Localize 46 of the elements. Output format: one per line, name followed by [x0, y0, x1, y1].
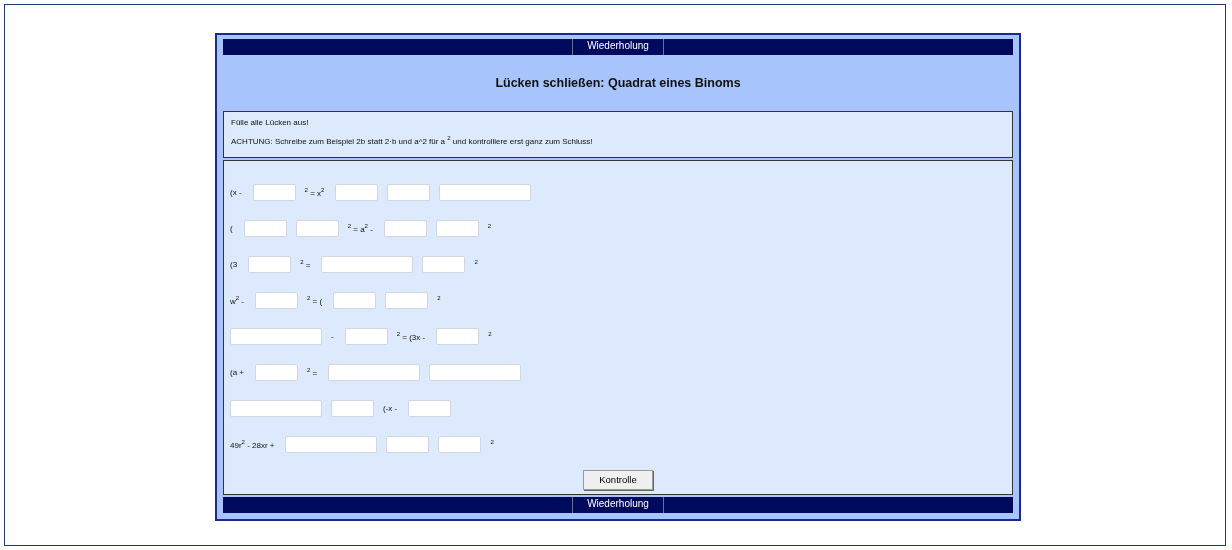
math-text: (3: [230, 260, 238, 270]
input-field[interactable]: [344, 328, 388, 346]
check-button[interactable]: Kontrolle: [583, 469, 653, 490]
input-field[interactable]: [439, 184, 532, 202]
input-field[interactable]: [230, 400, 322, 418]
input-field[interactable]: [295, 220, 339, 238]
math-text: $^{2}$ = x$^{2}$: [304, 187, 325, 198]
input-field[interactable]: [333, 292, 377, 310]
math-text: $^{2}$ =: [307, 367, 318, 378]
input-field[interactable]: [230, 328, 322, 346]
math-text: (a +: [230, 368, 244, 378]
math-text: (: [230, 224, 233, 234]
math-text: (x -: [230, 188, 242, 198]
input-field[interactable]: [435, 220, 479, 238]
input-field[interactable]: [252, 184, 296, 202]
input-field[interactable]: [248, 256, 292, 274]
instruction-text: ACHTUNG: Schreibe zum Beispiel 2b statt 2·b und a^2 für a $^{2}$ und kontrolliere erst ganz zum Schluss!: [231, 135, 594, 146]
math-text: $^{2}$ = (: [307, 295, 323, 306]
instruction-text: Fülle alle Lücken aus!: [231, 118, 310, 127]
math-text: $^{2}$ = (3x -: [396, 331, 426, 342]
input-field[interactable]: [387, 184, 431, 202]
input-field[interactable]: [436, 328, 480, 346]
math-text: -: [331, 332, 334, 342]
input-field[interactable]: [321, 256, 414, 274]
input-field[interactable]: [255, 364, 298, 382]
input-field[interactable]: [383, 220, 427, 238]
math-text: 49r$^{2}$ - 28xr +: [230, 439, 275, 450]
input-field[interactable]: [335, 184, 379, 202]
input-field[interactable]: [422, 256, 466, 274]
input-field[interactable]: [386, 436, 430, 454]
input-field[interactable]: [243, 220, 287, 238]
input-field[interactable]: [408, 400, 452, 418]
repeat-link[interactable]: Wiederholung: [572, 496, 664, 513]
math-text: $^{2}$ =: [300, 259, 311, 270]
input-field[interactable]: [438, 436, 482, 454]
input-field[interactable]: [429, 364, 522, 382]
input-field[interactable]: [255, 292, 298, 310]
repeat-link[interactable]: Wiederholung: [572, 39, 664, 55]
input-field[interactable]: [385, 292, 429, 310]
math-text: (-x -: [383, 404, 398, 414]
input-field[interactable]: [328, 364, 421, 382]
page-title: Lücken schließen: Quadrat eines Binoms: [494, 75, 742, 92]
math-text: w$^{2}$ -: [230, 295, 244, 306]
input-field[interactable]: [331, 400, 374, 418]
math-text: $^{2}$ = a$^{2}$ -: [347, 223, 373, 234]
input-field[interactable]: [285, 436, 378, 454]
